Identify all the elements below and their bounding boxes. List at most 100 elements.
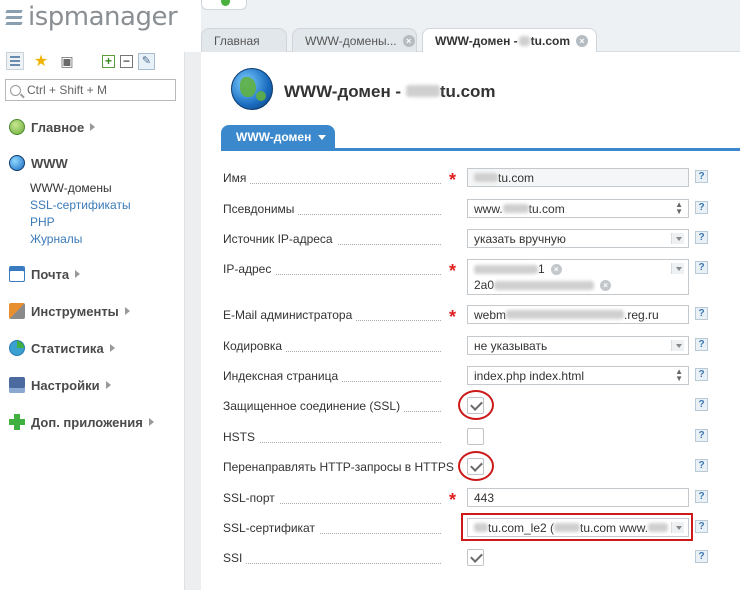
tab-main[interactable]: Главная (201, 28, 287, 52)
sidebar-item-mail[interactable]: Почта (9, 266, 81, 282)
sidebar-item-extra-apps[interactable]: Доп. приложения (9, 414, 154, 430)
ssi-checkbox[interactable] (467, 549, 484, 566)
field-label: Кодировка (223, 339, 287, 353)
sidebar-item-statistics[interactable]: Статистика (9, 340, 115, 356)
tab-label: WWW-домен - (435, 34, 518, 48)
help-icon[interactable]: ? (695, 490, 708, 503)
home-icon (9, 119, 25, 135)
help-icon[interactable]: ? (695, 338, 708, 351)
encoding-select[interactable]: не указывать (467, 336, 689, 355)
sidebar-item-tools[interactable]: Инструменты (9, 303, 130, 319)
tab-label: WWW-домены... (305, 33, 397, 48)
ip-address-multiselect[interactable]: 1 × 2a0 × (467, 259, 689, 295)
field-label: SSL-сертификат (223, 521, 319, 535)
chevron-right-icon (90, 123, 96, 131)
sidebar-item-label: Доп. приложения (31, 414, 143, 430)
chevron-down-icon (676, 237, 682, 241)
sidebar-item-main[interactable]: Главное (9, 119, 96, 135)
sidebar: ispmanager ★ ▣ + − ✎ Главное WWW WWW-дом… (0, 0, 184, 590)
name-field[interactable]: tu.com (467, 168, 689, 187)
required-marker: * (449, 307, 457, 327)
logo-icon (5, 9, 23, 25)
hsts-checkbox[interactable] (467, 428, 484, 445)
help-icon[interactable]: ? (695, 520, 708, 533)
chevron-right-icon (109, 344, 115, 352)
close-icon[interactable]: × (402, 34, 415, 47)
help-icon[interactable]: ? (695, 429, 708, 442)
briefcase-icon[interactable]: ▣ (58, 52, 76, 70)
search-input[interactable] (27, 83, 167, 97)
sidebar-item-label: Статистика (31, 340, 104, 356)
tab-www-domains[interactable]: WWW-домены... × (292, 28, 417, 52)
globe-icon (9, 155, 25, 171)
sidebar-toolbar: ★ ▣ + − ✎ (6, 51, 176, 71)
collapse-all-icon[interactable]: − (120, 54, 133, 68)
pin-icon[interactable]: ✎ (138, 52, 155, 70)
index-page-field[interactable]: index.php index.html ▲ ▼ (467, 366, 689, 385)
ip-chip: 1 × (474, 262, 562, 276)
aliases-field[interactable]: www. tu.com ▲ ▼ (467, 199, 689, 218)
field-label: Имя (223, 171, 251, 185)
field-label: Псевдонимы (223, 202, 299, 216)
ip-chip: 2a0 × (474, 278, 612, 292)
field-label: Индексная страница (223, 369, 343, 383)
up-down-arrows-icon[interactable]: ▲ ▼ (675, 368, 683, 383)
redacted-text (502, 204, 529, 213)
up-down-arrows-icon[interactable]: ▲ ▼ (675, 201, 683, 216)
ispmanager-logo[interactable]: ispmanager (5, 2, 178, 32)
help-icon[interactable]: ? (695, 459, 708, 472)
sidebar-item-label: Настройки (31, 377, 100, 393)
required-marker: * (449, 490, 457, 510)
sidebar-item-label: Инструменты (31, 303, 119, 319)
field-label: E-Mail администратора (223, 308, 357, 322)
submenu-logs[interactable]: Журналы (30, 232, 131, 249)
help-icon[interactable]: ? (695, 231, 708, 244)
page-title: WWW-домен - tu.com (284, 82, 496, 101)
ip-source-select[interactable]: указать вручную (467, 229, 689, 248)
help-icon[interactable]: ? (695, 170, 708, 183)
help-icon[interactable]: ? (695, 398, 708, 411)
required-marker: * (449, 170, 457, 190)
help-icon[interactable]: ? (695, 307, 708, 320)
sidebar-scrollbar[interactable] (184, 52, 201, 590)
redacted-text (518, 36, 530, 46)
remove-chip-icon[interactable]: × (550, 263, 562, 275)
tree-view-icon[interactable] (6, 52, 24, 70)
submenu-www-domains[interactable]: WWW-домены (30, 181, 131, 198)
admin-email-field[interactable]: webm .reg.ru (467, 305, 689, 324)
field-label: Защищенное соединение (SSL) (223, 399, 405, 413)
form-tab-www-domain[interactable]: WWW-домен (221, 125, 335, 149)
help-icon[interactable]: ? (695, 201, 708, 214)
field-label: SSL-порт (223, 491, 279, 505)
remove-chip-icon[interactable]: × (600, 279, 612, 291)
sidebar-item-www[interactable]: WWW (9, 155, 68, 171)
close-icon[interactable]: × (576, 35, 588, 47)
chart-pie-icon (9, 340, 25, 356)
help-icon[interactable]: ? (695, 368, 708, 381)
help-icon[interactable]: ? (695, 261, 708, 274)
chevron-down-icon (676, 267, 682, 271)
ssl-port-field[interactable]: 443 (467, 488, 689, 507)
tab-www-domain-edit[interactable]: WWW-домен - tu.com × (422, 28, 597, 53)
notification-dot-icon (221, 0, 230, 6)
chevron-right-icon (75, 270, 81, 278)
submenu-php[interactable]: PHP (30, 215, 131, 232)
notifications-badge[interactable] (201, 0, 247, 10)
help-icon[interactable]: ? (695, 550, 708, 563)
sidebar-item-label: Почта (31, 266, 70, 282)
redacted-text (405, 85, 440, 97)
field-label: Источник IP-адреса (223, 232, 337, 246)
chevron-right-icon (124, 307, 130, 315)
required-marker: * (449, 261, 457, 281)
main-content: WWW-домен - tu.com WWW-домен Имя * tu.co… (201, 52, 740, 590)
field-label: HSTS (223, 430, 260, 444)
expand-all-icon[interactable]: + (102, 54, 115, 68)
logo-text: ispmanager (28, 2, 178, 32)
favorites-star-icon[interactable]: ★ (32, 52, 50, 70)
redacted-text (474, 264, 538, 274)
submenu-ssl-certificates[interactable]: SSL-сертификаты (30, 198, 131, 215)
leader-dots (223, 563, 441, 564)
tools-icon (9, 303, 25, 319)
sidebar-item-settings[interactable]: Настройки (9, 377, 111, 393)
menu-search[interactable] (5, 79, 176, 101)
